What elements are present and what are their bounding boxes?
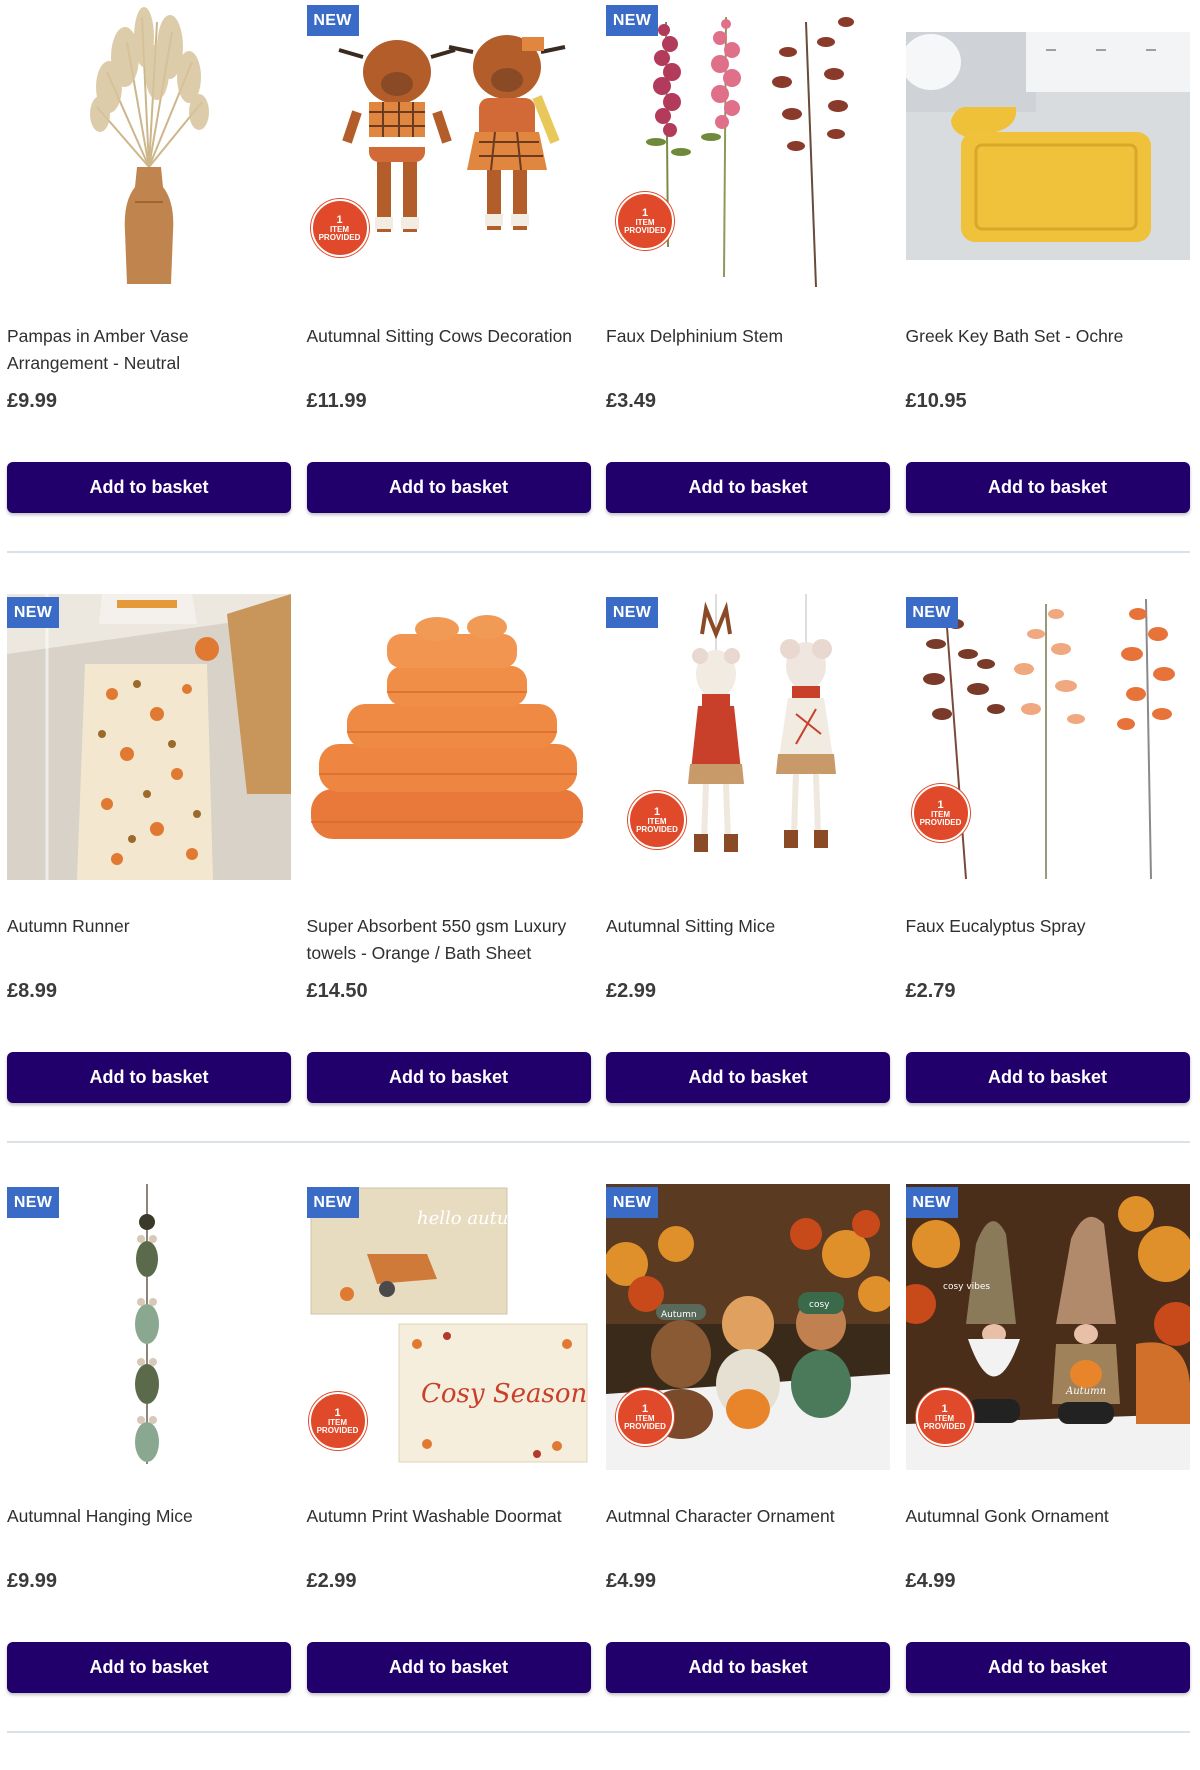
product-price: £4.99: [905, 1570, 956, 1592]
ornament-text-2: cosy: [809, 1300, 830, 1310]
product-title[interactable]: Faux Eucalyptus Spray: [906, 913, 1190, 940]
product-image-bath-set[interactable]: [905, 2, 1190, 288]
new-badge: NEW: [606, 1187, 658, 1218]
product-title[interactable]: Autumnal Gonk Ornament: [906, 1503, 1190, 1530]
gonk-text-2: Autumn: [1065, 1386, 1106, 1397]
product-price: £14.50: [306, 980, 368, 1002]
product-card: NEW 1 ITEM PROVIDED Autumnal Sitting Mice …: [606, 590, 890, 1180]
new-badge: NEW: [606, 597, 658, 628]
item-provided-badge: 1 ITEM PROVIDED: [911, 784, 970, 842]
product-image-eucalyptus-spray[interactable]: NEW 1 ITEM PROVIDED: [905, 594, 1190, 880]
product-price: £9.99: [7, 1570, 58, 1592]
ornament-text-1: Autumn: [661, 1310, 697, 1320]
product-price: £4.99: [606, 1570, 657, 1592]
product-price: £2.99: [606, 980, 657, 1002]
product-image-delphinium[interactable]: NEW 1 ITEM PROVIDED: [606, 2, 890, 288]
product-price: £2.99: [306, 1570, 357, 1592]
add-to-basket-button[interactable]: Add to basket: [7, 1052, 291, 1103]
product-title[interactable]: Autumnal Hanging Mice: [7, 1503, 291, 1530]
add-to-basket-button[interactable]: Add to basket: [905, 462, 1190, 513]
product-price: £9.99: [7, 390, 58, 412]
product-image-hanging-mice[interactable]: NEW: [7, 1184, 291, 1470]
add-to-basket-button[interactable]: Add to basket: [905, 1642, 1190, 1693]
item-provided-badge: 1 ITEM PROVIDED: [628, 791, 686, 849]
product-price: £8.99: [7, 980, 58, 1002]
product-image-sitting-mice[interactable]: NEW 1 ITEM PROVIDED: [606, 594, 890, 880]
item-provided-badge: 1 ITEM PROVIDED: [616, 192, 674, 250]
product-card: NEW 1 ITEM PROVIDED Faux Delphinium Stem £…: [606, 0, 890, 590]
product-title[interactable]: Autmnal Character Ornament: [606, 1503, 890, 1530]
item-provided-badge: 1 ITEM PROVIDED: [616, 1388, 674, 1446]
product-title[interactable]: Pampas in Amber Vase Arrangement - Neutr…: [7, 323, 291, 377]
product-title[interactable]: Faux Delphinium Stem: [606, 323, 890, 350]
item-provided-badge: 1 ITEM PROVIDED: [915, 1388, 974, 1446]
doormat-text-1: hello autumn: [417, 1208, 537, 1229]
new-badge: NEW: [306, 5, 359, 36]
add-to-basket-button[interactable]: Add to basket: [905, 1052, 1190, 1103]
add-to-basket-button[interactable]: Add to basket: [306, 1642, 591, 1693]
new-badge: NEW: [905, 1187, 958, 1218]
product-card: NEW 1 ITEM PROVIDED Autumnal Sitting Cows …: [306, 0, 591, 590]
add-to-basket-button[interactable]: Add to basket: [606, 462, 890, 513]
row-divider: [7, 551, 1190, 553]
product-image-character-ornaments[interactable]: Autumn cosy NEW 1 ITEM PROVIDED: [606, 1184, 890, 1470]
product-image-pampas[interactable]: [7, 2, 291, 288]
product-title[interactable]: Super Absorbent 550 gsm Luxury towels - …: [307, 913, 591, 967]
product-image-orange-towels[interactable]: [306, 594, 591, 880]
product-title[interactable]: Greek Key Bath Set - Ochre: [906, 323, 1190, 350]
new-badge: NEW: [7, 1187, 59, 1218]
product-image-doormats[interactable]: hello autumn Cosy Season NEW 1 ITEM PROVID…: [306, 1184, 591, 1470]
product-card: NEW Autumn Runner £8.99 Add to basket: [7, 590, 291, 1180]
product-card: Pampas in Amber Vase Arrangement - Neutr…: [7, 0, 291, 590]
product-card: Super Absorbent 550 gsm Luxury towels - …: [306, 590, 591, 1180]
product-price: £11.99: [306, 390, 367, 412]
new-badge: NEW: [905, 597, 958, 628]
add-to-basket-button[interactable]: Add to basket: [606, 1052, 890, 1103]
product-title[interactable]: Autumn Print Washable Doormat: [307, 1503, 591, 1530]
new-badge: NEW: [306, 1187, 359, 1218]
add-to-basket-button[interactable]: Add to basket: [606, 1642, 890, 1693]
new-badge: NEW: [606, 5, 658, 36]
product-card: NEW 1 ITEM PROVIDED Faux Eucalyptus Spray …: [905, 590, 1190, 1180]
product-price: £10.95: [905, 390, 967, 412]
product-image-sitting-cows[interactable]: NEW 1 ITEM PROVIDED: [306, 2, 591, 288]
row-divider: [7, 1731, 1190, 1733]
product-card: hello autumn Cosy Season NEW 1 ITEM PROVID…: [306, 1180, 591, 1770]
add-to-basket-button[interactable]: Add to basket: [7, 1642, 291, 1693]
product-image-autumn-runner[interactable]: NEW: [7, 594, 291, 880]
gonk-text-1: cosy vibes: [943, 1282, 990, 1292]
product-title[interactable]: Autumn Runner: [7, 913, 291, 940]
product-title[interactable]: Autumnal Sitting Cows Decoration: [307, 323, 591, 350]
product-image-gonk-ornaments[interactable]: cosy vibes Autumn NEW 1 ITEM PROVIDED: [905, 1184, 1190, 1470]
product-card: NEW Autumnal Hanging Mice £9.99 Add to b…: [7, 1180, 291, 1770]
item-provided-badge: 1 ITEM PROVIDED: [310, 199, 369, 257]
add-to-basket-button[interactable]: Add to basket: [306, 462, 591, 513]
add-to-basket-button[interactable]: Add to basket: [7, 462, 291, 513]
product-card: Greek Key Bath Set - Ochre £10.95 Add to…: [905, 0, 1190, 590]
product-price: £3.49: [606, 390, 657, 412]
product-card: Autumn cosy NEW 1 ITEM PROVIDED Autmnal …: [606, 1180, 890, 1770]
product-title[interactable]: Autumnal Sitting Mice: [606, 913, 890, 940]
doormat-text-2: Cosy Season: [421, 1379, 587, 1409]
product-grid: Pampas in Amber Vase Arrangement - Neutr…: [7, 0, 1190, 1770]
product-card: cosy vibes Autumn NEW 1 ITEM PROVIDED Au…: [905, 1180, 1190, 1770]
add-to-basket-button[interactable]: Add to basket: [306, 1052, 591, 1103]
new-badge: NEW: [7, 597, 59, 628]
item-provided-badge: 1 ITEM PROVIDED: [308, 1392, 367, 1450]
row-divider: [7, 1141, 1190, 1143]
product-price: £2.79: [905, 980, 956, 1002]
